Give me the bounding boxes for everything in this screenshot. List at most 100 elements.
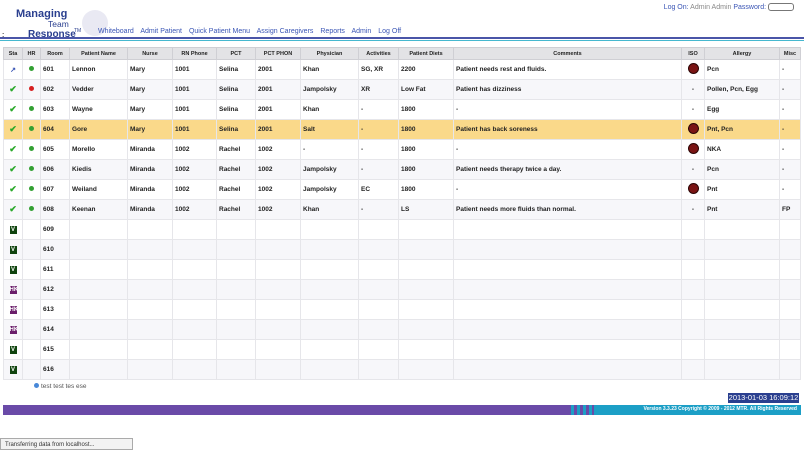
- cell-activities: EC: [358, 179, 399, 200]
- table-row[interactable]: HK 613: [3, 299, 801, 320]
- cell-pct-phone: 1002: [255, 179, 301, 200]
- check-icon: ✔: [9, 84, 17, 94]
- col-header[interactable]: Allergy: [704, 47, 780, 60]
- col-header[interactable]: Physician: [300, 47, 359, 60]
- cell-room[interactable]: 603: [40, 99, 70, 120]
- cell-hr: [22, 319, 41, 340]
- cell-room[interactable]: 606: [40, 159, 70, 180]
- toolbar-colon: :: [2, 32, 5, 39]
- table-row[interactable]: V 611: [3, 259, 801, 280]
- col-header[interactable]: PCT: [216, 47, 256, 60]
- cell-physician: Khan: [300, 199, 359, 220]
- cell-patient-name: Kiedis: [69, 159, 128, 180]
- cell-room[interactable]: 616: [40, 359, 70, 380]
- table-header-row: Sta HR Room Patient Name Nurse RN Phone PCT PCT…: [3, 47, 801, 60]
- cell-sta: ✔: [3, 79, 23, 100]
- col-header[interactable]: Comments: [453, 47, 682, 60]
- cell-pct: [216, 299, 256, 320]
- table-row[interactable]: ↗ 601 Lennon Mary 1001 Selina 2001 Khan SG, XR 22…: [3, 59, 801, 80]
- cell-comment: Patient needs more fluids than normal.: [453, 199, 682, 220]
- col-header[interactable]: Room: [40, 47, 70, 60]
- col-header[interactable]: PCT PHON: [255, 47, 301, 60]
- cell-room[interactable]: 607: [40, 179, 70, 200]
- table-row[interactable]: ✔ 602 Vedder Mary 1001 Selina 2001 Jampolsky XR L…: [3, 79, 801, 100]
- table-row[interactable]: HK 612: [3, 279, 801, 300]
- table-row[interactable]: ✔ 605 Morello Miranda 1002 Rachel 1002- -1800- N…: [3, 139, 801, 160]
- cell-pct: Selina: [216, 79, 256, 100]
- table-row[interactable]: HK 614: [3, 319, 801, 340]
- password-field[interactable]: [768, 3, 794, 11]
- cell-pct-phone: [255, 299, 301, 320]
- table-row[interactable]: V 609: [3, 219, 801, 240]
- table-row[interactable]: V 615: [3, 339, 801, 360]
- table-row[interactable]: V 610: [3, 239, 801, 260]
- cell-diet: LS: [398, 199, 454, 220]
- footer-copyright: Version 3.3.23 Copyright © 2009 - 2012 M…: [643, 406, 797, 412]
- table-row[interactable]: ✔ 607 Weiland Miranda 1002 Rachel 1002 Jampolsk…: [3, 179, 801, 200]
- cell-comment: -: [453, 179, 682, 200]
- cell-iso: [681, 279, 705, 300]
- cell-room[interactable]: 610: [40, 239, 70, 260]
- cell-sta: ✔: [3, 119, 23, 140]
- col-header[interactable]: Patient Diets: [398, 47, 454, 60]
- table-row[interactable]: ✔ 603 Wayne Mary 1001 Selina 2001 Khan -1800- - Eg…: [3, 99, 801, 120]
- cell-room[interactable]: 609: [40, 219, 70, 240]
- cell-room[interactable]: 615: [40, 339, 70, 360]
- col-header[interactable]: Sta: [3, 47, 23, 60]
- green-status-dot-icon: [29, 186, 34, 191]
- cell-comment: Patient needs rest and fluids.: [453, 59, 682, 80]
- clock: 2013-01-03 16:09:12: [728, 393, 799, 403]
- cell-pct: [216, 259, 256, 280]
- cell-pct: Selina: [216, 99, 256, 120]
- cell-comment: -: [453, 99, 682, 120]
- nav-admit-patient[interactable]: Admit Patient: [140, 28, 182, 35]
- table-row[interactable]: ✔ 604 Gore Mary 1001 Selina 2001 Salt -1800 Patie…: [3, 119, 801, 140]
- nav-assign-caregivers[interactable]: Assign Caregivers: [257, 28, 314, 35]
- cell-room[interactable]: 604: [40, 119, 70, 140]
- housekeeping-badge: HK: [9, 285, 19, 294]
- nav-reports[interactable]: Reports: [320, 28, 345, 35]
- cell-activities: [358, 299, 399, 320]
- col-header[interactable]: Misc: [779, 47, 801, 60]
- col-header[interactable]: ISO: [681, 47, 705, 60]
- cell-room[interactable]: 605: [40, 139, 70, 160]
- table-row[interactable]: ✔ 606 Kiedis Miranda 1002 Rachel 1002 Jampolsky…: [3, 159, 801, 180]
- nav-log-off[interactable]: Log Off: [378, 28, 401, 35]
- cell-hr: [22, 339, 41, 360]
- table-row[interactable]: V 616: [3, 359, 801, 380]
- cell-room[interactable]: 611: [40, 259, 70, 280]
- cell-hr: [22, 199, 41, 220]
- cell-room[interactable]: 608: [40, 199, 70, 220]
- nav-whiteboard[interactable]: Whiteboard: [98, 28, 134, 35]
- cell-patient-name: Wayne: [69, 99, 128, 120]
- cell-room[interactable]: 612: [40, 279, 70, 300]
- cell-diet: [398, 239, 454, 260]
- password-label: Password:: [733, 3, 767, 11]
- cell-room[interactable]: 602: [40, 79, 70, 100]
- cell-room[interactable]: 614: [40, 319, 70, 340]
- cell-pct: Rachel: [216, 159, 256, 180]
- cell-room[interactable]: 613: [40, 299, 70, 320]
- col-header[interactable]: HR: [22, 47, 41, 60]
- cell-nurse: [127, 259, 173, 280]
- col-header[interactable]: RN Phone: [172, 47, 217, 60]
- cell-misc: -: [779, 159, 801, 180]
- table-row[interactable]: ✔ 608 Keenan Miranda 1002 Rachel 1002 Khan - LS Pa…: [3, 199, 801, 220]
- cell-rn-phone: [172, 319, 217, 340]
- cell-activities: SG, XR: [358, 59, 399, 80]
- cell-hr: [22, 279, 41, 300]
- cell-activities: [358, 359, 399, 380]
- col-header[interactable]: Nurse: [127, 47, 173, 60]
- cell-hr: [22, 159, 41, 180]
- cell-sta: V: [3, 259, 23, 280]
- col-header[interactable]: Activities: [358, 47, 399, 60]
- nav-quick-patient-menu[interactable]: Quick Patient Menu: [189, 28, 250, 35]
- cell-activities: [358, 279, 399, 300]
- isolation-icon: [687, 123, 699, 134]
- cell-physician: [300, 339, 359, 360]
- cell-room[interactable]: 601: [40, 59, 70, 80]
- col-header[interactable]: Patient Name: [69, 47, 128, 60]
- cell-hr: [22, 179, 41, 200]
- cell-misc: [779, 319, 801, 340]
- nav-admin[interactable]: Admin: [351, 28, 371, 35]
